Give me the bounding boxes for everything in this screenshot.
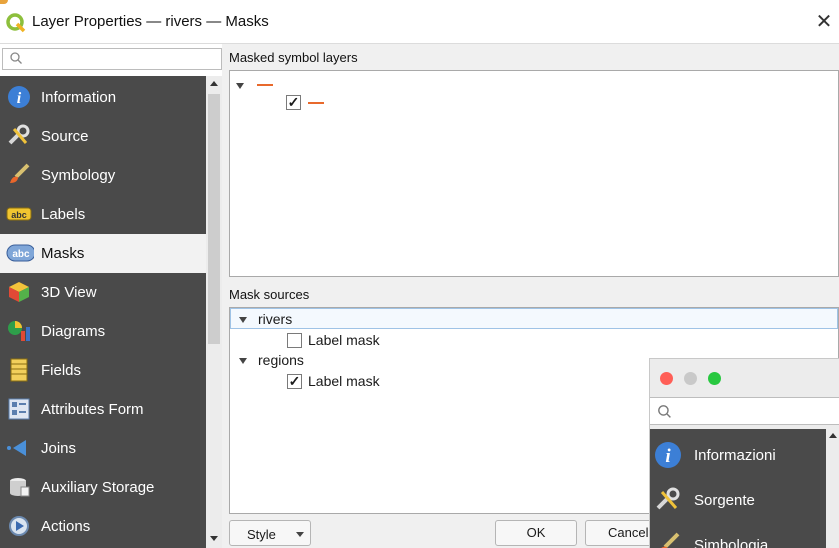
info-icon: i: [8, 86, 30, 108]
info-icon: i: [655, 442, 681, 468]
scroll-up-arrow-icon[interactable]: [206, 76, 222, 92]
sidebar-item-joins[interactable]: Joins: [0, 429, 206, 468]
diagrams-icon: [8, 321, 30, 341]
rivers-label-mask-checkbox[interactable]: [287, 333, 302, 348]
sidebar-item-source[interactable]: Source: [0, 117, 206, 156]
mask-source-regions[interactable]: regions: [258, 352, 304, 368]
sidebar-item-label: Source: [41, 128, 89, 145]
minimize-traffic-light-icon[interactable]: [684, 372, 697, 385]
svg-text:i: i: [665, 446, 671, 467]
overlay-item-sorgente[interactable]: Sorgente: [650, 478, 826, 522]
overlay-scrollbar[interactable]: [826, 429, 839, 548]
sidebar-item-actions[interactable]: Actions: [0, 507, 206, 546]
symbology-brush-icon: [661, 532, 680, 548]
close-icon[interactable]: ✕: [812, 10, 836, 34]
sidebar-item-label: Fields: [41, 362, 82, 379]
sidebar-item-symbology[interactable]: Symbology: [0, 156, 206, 195]
expand-arrow-icon[interactable]: [239, 317, 247, 323]
svg-text:abc: abc: [12, 249, 30, 260]
sidebar-item-label: Diagrams: [41, 323, 106, 340]
sidebar-item-labels[interactable]: abc Labels: [0, 195, 206, 234]
sidebar-item-label: 3D View: [41, 284, 97, 301]
sidebar-item-diagrams[interactable]: Diagrams: [0, 312, 206, 351]
auxiliary-storage-icon: [10, 478, 30, 497]
rivers-label-mask-label: Label mask: [308, 332, 380, 348]
labels-abc-icon: abc: [6, 207, 32, 221]
scroll-up-arrow-icon[interactable]: [826, 429, 839, 443]
actions-icon: [9, 516, 29, 536]
masks-abc-icon: abc: [6, 244, 34, 262]
sidebar-item-label: Masks: [41, 245, 85, 262]
overlay-item-simbologia[interactable]: Simbologia: [650, 523, 826, 548]
scroll-down-arrow-icon[interactable]: [206, 530, 222, 546]
mask-source-rivers[interactable]: rivers: [258, 311, 292, 327]
mask-sources-heading: Mask sources: [229, 287, 310, 302]
ok-button[interactable]: OK: [495, 520, 577, 546]
overlay-item-label: Informazioni: [694, 447, 776, 464]
sidebar-search-input[interactable]: [2, 48, 222, 70]
line-symbol-layer-preview: [308, 102, 324, 104]
regions-label-mask-checkbox[interactable]: ✓: [287, 374, 302, 389]
sidebar-list: i Information Source Symbology abc Label…: [0, 76, 206, 548]
chevron-down-icon: [296, 532, 304, 537]
sidebar-item-3d-view[interactable]: 3D View: [0, 273, 206, 312]
attributes-form-icon: [8, 398, 30, 420]
expand-arrow-icon[interactable]: [236, 83, 244, 89]
search-icon: [10, 52, 22, 64]
qgis-logo-icon: [6, 13, 26, 33]
sidebar-item-label: Symbology: [41, 167, 116, 184]
sidebar-item-fields[interactable]: Fields: [0, 351, 206, 390]
overlay-item-label: Sorgente: [694, 492, 755, 509]
overlay-sidebar-list: i Informazioni Sorgente Simbologia: [650, 429, 826, 548]
svg-text:abc: abc: [11, 210, 27, 220]
style-button-label: Style: [247, 527, 276, 542]
sidebar-item-label: Attributes Form: [41, 401, 144, 418]
svg-text:i: i: [17, 90, 22, 107]
close-traffic-light-icon[interactable]: [660, 372, 673, 385]
search-icon: [658, 405, 671, 418]
sidebar-item-label: Auxiliary Storage: [41, 479, 155, 496]
zoom-traffic-light-icon[interactable]: [708, 372, 721, 385]
sidebar-item-label: Joins: [41, 440, 77, 457]
sidebar-item-information[interactable]: i Information: [0, 78, 206, 117]
symbology-brush-icon: [10, 163, 30, 183]
expand-arrow-icon[interactable]: [239, 358, 247, 364]
masked-symbol-layers-heading: Masked symbol layers: [229, 50, 358, 65]
sidebar-item-label: Information: [41, 89, 117, 106]
regions-label-mask-label: Label mask: [308, 373, 380, 389]
selected-row-highlight: [230, 308, 838, 329]
source-icon: [8, 124, 30, 145]
masked-symbol-layers-tree: ✓: [229, 70, 839, 277]
fields-icon: [10, 358, 28, 382]
sidebar-item-label: Labels: [41, 206, 86, 223]
sidebar-item-attributes-form[interactable]: Attributes Form: [0, 390, 206, 429]
sidebar-item-label: Actions: [41, 518, 91, 535]
symbol-layer-checkbox[interactable]: ✓: [286, 95, 301, 110]
joins-icon: [7, 440, 26, 456]
overlay-window: i Informazioni Sorgente Simbologia: [649, 358, 839, 548]
line-symbol-preview: [257, 84, 273, 86]
style-dropdown-button[interactable]: Style: [229, 520, 311, 546]
sidebar-item-masks[interactable]: abc Masks: [0, 234, 206, 273]
3d-cube-icon: [9, 282, 29, 302]
sidebar-scroll-thumb[interactable]: [208, 94, 220, 344]
source-icon: [656, 487, 680, 510]
overlay-item-informazioni[interactable]: i Informazioni: [650, 433, 826, 477]
sidebar-item-auxiliary-storage[interactable]: Auxiliary Storage: [0, 468, 206, 507]
overlay-item-label: Simbologia: [694, 537, 769, 548]
window-title: Layer Properties — rivers — Masks: [32, 13, 269, 30]
overlay-search-input[interactable]: [650, 397, 839, 425]
